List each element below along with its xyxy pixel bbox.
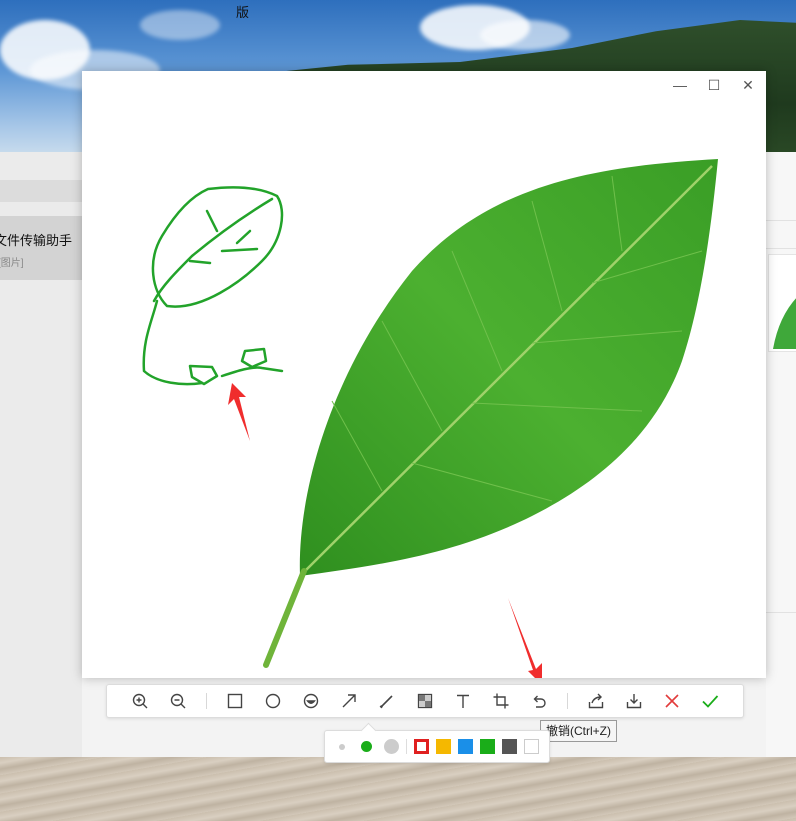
chat-divider [766,248,796,249]
image-viewer-window: — ☐ ✕ [82,71,766,685]
close-window-icon[interactable]: ✕ [738,75,758,95]
text-icon[interactable] [450,688,476,714]
toolbar-divider [206,693,207,709]
minimize-icon[interactable]: — [670,75,690,95]
download-icon[interactable] [621,688,647,714]
color-swatch-yellow[interactable] [436,739,451,754]
mosaic-icon[interactable] [412,688,438,714]
chat-right-panel [766,152,796,757]
zoom-in-icon[interactable] [127,688,153,714]
share-icon[interactable] [583,688,609,714]
chat-image-thumbnail[interactable] [768,254,796,352]
undo-tooltip: 撤销(Ctrl+Z) [540,720,617,742]
rectangle-icon[interactable] [222,688,248,714]
image-canvas[interactable] [82,71,766,685]
emoji-icon[interactable] [298,688,324,714]
color-swatch-red[interactable] [414,739,429,754]
arrow-icon[interactable] [336,688,362,714]
palette-divider [406,739,407,754]
desktop-wallpaper-sand [0,757,796,821]
brush-size-large[interactable] [384,739,399,754]
red-arrow-annotation [228,383,250,441]
chat-search-strip[interactable] [0,180,82,202]
desktop-window-title-fragment: 版 [236,5,250,20]
chat-contact-preview: [图片] [0,258,24,269]
undo-icon[interactable] [526,688,552,714]
crop-icon[interactable] [488,688,514,714]
color-swatch-gray[interactable] [502,739,517,754]
chat-sidebar: 文件传输助手 [图片] [0,152,82,757]
color-swatch-green[interactable] [480,739,495,754]
maximize-icon[interactable]: ☐ [704,75,724,95]
ellipse-icon[interactable] [260,688,286,714]
toolbar-divider [567,693,568,709]
zoom-out-icon[interactable] [165,688,191,714]
annotation-toolbar [106,684,744,718]
color-swatch-blue[interactable] [458,739,473,754]
red-arrow-annotation [508,598,542,685]
green-drawing-annotation [142,186,284,386]
chat-contact-name: 文件传输助手 [0,233,73,248]
chat-divider [766,220,796,221]
window-controls: — ☐ ✕ [670,75,758,95]
pen-icon[interactable] [374,688,400,714]
color-palette [324,722,550,763]
brush-size-small[interactable] [339,744,345,750]
close-icon[interactable] [659,688,685,714]
confirm-icon[interactable] [697,688,723,714]
color-swatch-white[interactable] [524,739,539,754]
chat-divider [766,612,796,613]
chat-contact-item[interactable]: 文件传输助手 [图片] [0,216,82,280]
leaf-image [263,159,718,668]
brush-size-medium[interactable] [361,741,372,752]
